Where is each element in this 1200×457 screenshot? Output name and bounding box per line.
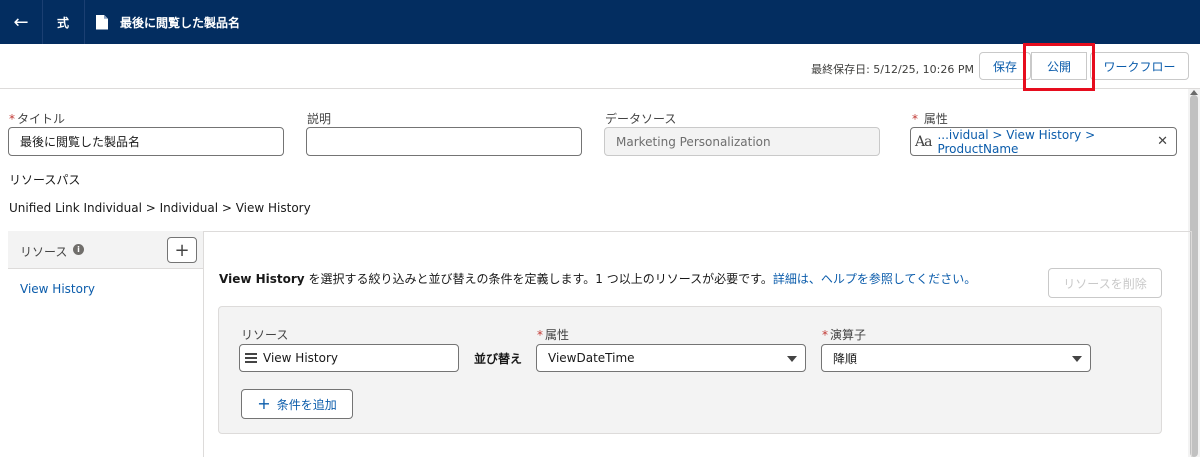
plus-icon: + — [257, 394, 271, 413]
title-label: * タイトル — [9, 110, 65, 127]
attribute-value[interactable]: ...ividual > View History > ProductName — [937, 128, 1176, 156]
operator-select[interactable]: 降順 — [821, 344, 1091, 372]
document-icon — [96, 14, 108, 30]
nav-divider — [84, 0, 85, 44]
condition-resource-value: View History — [263, 351, 338, 365]
plus-icon: + — [174, 239, 190, 261]
resource-sidebar: リソース i + View History — [8, 231, 204, 457]
condition-attribute-label: * 属性 — [537, 326, 569, 343]
toolbar: 最終保存日: 5/12/25, 10:26 PM 保存 公開 ワークフロー — [0, 44, 1200, 89]
datasource-label: データソース — [605, 112, 677, 126]
resource-header-label: リソース — [20, 245, 68, 259]
required-mark: * — [912, 112, 918, 126]
list-icon — [245, 353, 257, 363]
required-mark: * — [537, 328, 543, 342]
top-nav-bar: ← 式 最後に閲覧した製品名 — [0, 0, 1200, 44]
resource-sidebar-header: リソース i + — [8, 231, 203, 269]
datasource-input-value: Marketing Personalization — [616, 134, 771, 149]
save-button[interactable]: 保存 — [979, 52, 1031, 80]
datasource-input: Marketing Personalization — [604, 127, 880, 156]
document-title: 最後に閲覧した製品名 — [120, 15, 241, 30]
condition-resource-label: リソース — [241, 328, 289, 342]
resource-path-value: Unified Link Individual > Individual > V… — [9, 201, 311, 215]
add-resource-button[interactable]: + — [167, 237, 197, 263]
chevron-down-icon — [1072, 356, 1082, 362]
attribute-select-value: ViewDateTime — [548, 351, 635, 365]
resource-list-item[interactable]: View History — [20, 282, 95, 296]
required-mark: * — [822, 328, 828, 342]
add-condition-button[interactable]: + 条件を追加 — [241, 389, 353, 419]
delete-resource-button: リソースを削除 — [1048, 268, 1162, 298]
publish-button[interactable]: 公開 — [1031, 52, 1087, 80]
attribute-label-text: 属性 — [923, 112, 948, 126]
description-text: を選択する絞り込みと並び替えの条件を定義します。1 つ以上のリソースが必要です。 — [304, 272, 773, 286]
title-input[interactable]: 最後に閲覧した製品名 — [8, 127, 284, 156]
help-link[interactable]: 詳細は、ヘルプを参照してください。 — [773, 272, 976, 286]
description-input[interactable] — [306, 127, 582, 156]
description-label: 説明 — [307, 112, 332, 126]
formula-type-tab[interactable]: 式 — [42, 0, 84, 44]
attribute-select[interactable]: ViewDateTime — [536, 344, 806, 372]
workflow-button[interactable]: ワークフロー — [1090, 52, 1189, 80]
add-condition-label: 条件を追加 — [276, 397, 337, 412]
text-attribute-icon: Aa — [915, 133, 932, 150]
resource-path-label: リソースパス — [9, 173, 81, 187]
arrow-left-icon: ← — [13, 11, 29, 33]
attribute-label: * 属性 — [912, 110, 948, 127]
attribute-field[interactable]: Aa ...ividual > View History > ProductNa… — [910, 127, 1177, 156]
resource-description: View History を選択する絞り込みと並び替えの条件を定義します。1 つ… — [219, 270, 976, 287]
back-button[interactable]: ← — [0, 0, 42, 44]
operator-select-value: 降順 — [833, 351, 858, 366]
title-input-value: 最後に閲覧した製品名 — [20, 135, 141, 149]
resource-name-bold: View History — [219, 272, 305, 286]
last-saved-text: 最終保存日: 5/12/25, 10:26 PM — [811, 63, 974, 76]
sort-label: 並び替え — [474, 352, 523, 366]
title-label-text: タイトル — [17, 112, 66, 126]
document-tab[interactable]: 最後に閲覧した製品名 — [96, 0, 240, 44]
condition-operator-label-text: 演算子 — [830, 328, 867, 342]
condition-resource-field[interactable]: View History — [239, 344, 459, 372]
chevron-down-icon — [787, 356, 797, 362]
condition-attribute-label-text: 属性 — [545, 328, 570, 342]
info-icon[interactable]: i — [73, 244, 84, 255]
condition-operator-label: * 演算子 — [822, 326, 866, 343]
required-mark: * — [9, 112, 15, 126]
formula-type-label: 式 — [56, 15, 69, 30]
clear-icon[interactable]: ✕ — [1157, 134, 1168, 149]
